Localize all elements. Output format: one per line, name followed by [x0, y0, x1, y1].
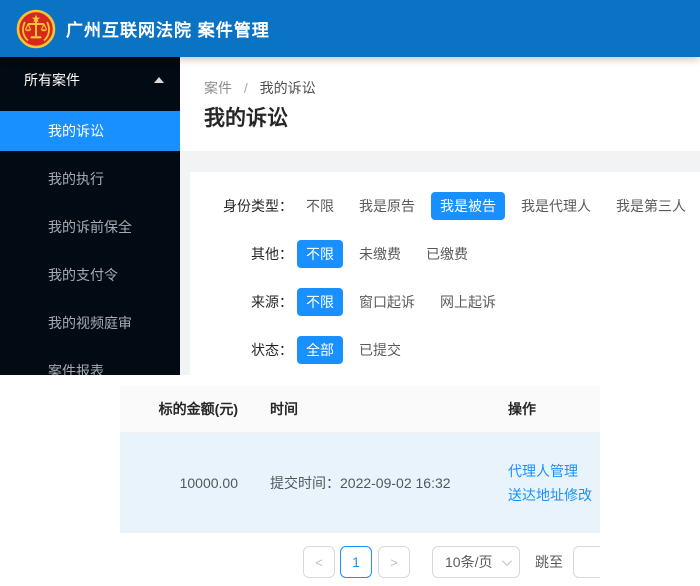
sidebar-item-label: 案件报表 [48, 363, 104, 375]
breadcrumb: 案件 / 我的诉讼 [204, 78, 316, 98]
page-size-select[interactable]: 10条/页 [432, 546, 520, 578]
filter-panel: 身份类型： 不限 我是原告 我是被告 我是代理人 我是第三人 其他： 不限 未缴… [190, 172, 700, 375]
column-header-time: 时间 [270, 401, 298, 417]
service-address-edit-link[interactable]: 送达地址修改 [508, 483, 600, 507]
filter-option-agent[interactable]: 我是代理人 [521, 192, 591, 220]
sidebar-item-label: 我的诉前保全 [48, 219, 132, 235]
pagination: < 1 > 10条/页 跳至 [303, 546, 600, 578]
sidebar-item-label: 我的诉讼 [48, 123, 104, 139]
pagination-container: < 1 > 10条/页 跳至 [120, 540, 600, 584]
filter-option-plaintiff[interactable]: 我是原告 [359, 192, 415, 220]
column-header-amount: 标的金额(元) [158, 401, 238, 417]
sidebar-item-my-enforcement[interactable]: 我的执行 [0, 159, 180, 199]
filter-row-status: 状态： 全部 已提交 [190, 336, 700, 364]
court-emblem-logo [16, 9, 56, 48]
cell-amount: 10000.00 [179, 474, 238, 491]
next-page-button[interactable]: > [378, 546, 410, 578]
sidebar-item-my-litigation[interactable]: 我的诉讼 [0, 111, 180, 151]
cell-actions: 代理人管理 送达地址修改 [490, 459, 600, 507]
filter-option-unlimited[interactable]: 不限 [306, 192, 334, 220]
breadcrumb-item-current: 我的诉讼 [259, 80, 316, 96]
filter-label: 状态： [251, 342, 293, 358]
breadcrumb-separator: / [243, 80, 248, 96]
filter-option-defendant[interactable]: 我是被告 [431, 192, 505, 220]
sidebar-group-label: 所有案件 [24, 72, 80, 88]
cell-time: 提交时间：2022-09-02 16:32 [270, 474, 451, 491]
jump-to-label: 跳至 [535, 554, 563, 570]
filter-option-online-filing[interactable]: 网上起诉 [440, 288, 496, 316]
page-header-block: 案件 / 我的诉讼 我的诉讼 [180, 57, 700, 151]
chevron-down-icon [501, 555, 512, 566]
app-title: 广州互联网法院 案件管理 [66, 21, 270, 40]
sidebar-group-all-cases[interactable]: 所有案件 [0, 57, 180, 103]
case-table: 标的金额(元) 时间 操作 10000.00 提交时间：2022-09-02 1… [120, 386, 600, 533]
filter-option-unpaid[interactable]: 未缴费 [359, 240, 401, 268]
background-strip [180, 172, 190, 375]
page-title: 我的诉讼 [204, 107, 288, 130]
filter-option-all[interactable]: 全部 [297, 336, 343, 364]
table-header-row: 标的金额(元) 时间 操作 [120, 386, 600, 433]
filter-row-identity: 身份类型： 不限 我是原告 我是被告 我是代理人 我是第三人 [190, 192, 700, 220]
app-root: 广州互联网法院 案件管理 所有案件 我的诉讼 我的执行 我的诉前保全 我的支付令… [0, 0, 700, 586]
breadcrumb-item-cases[interactable]: 案件 [204, 80, 232, 96]
sidebar-item-label: 我的视频庭审 [48, 315, 132, 331]
filter-label: 来源： [251, 294, 293, 310]
filter-label: 身份类型： [223, 198, 293, 214]
filter-row-other: 其他： 不限 未缴费 已缴费 [190, 240, 700, 268]
sidebar-item-label: 我的支付令 [48, 267, 118, 283]
chevron-up-icon [154, 77, 164, 83]
sidebar-item-video-hearing[interactable]: 我的视频庭审 [0, 303, 180, 343]
column-header-actions: 操作 [508, 401, 536, 417]
jump-to-page-input[interactable] [573, 546, 600, 578]
filter-option-third-party[interactable]: 我是第三人 [616, 192, 686, 220]
sidebar-item-case-report[interactable]: 案件报表 [0, 351, 180, 375]
page-number-button[interactable]: 1 [340, 546, 372, 578]
filter-option-unlimited[interactable]: 不限 [297, 288, 343, 316]
filter-option-paid[interactable]: 已缴费 [426, 240, 468, 268]
sidebar-item-pre-litigation-preservation[interactable]: 我的诉前保全 [0, 207, 180, 247]
prev-page-button[interactable]: < [303, 546, 335, 578]
sidebar-item-payment-order[interactable]: 我的支付令 [0, 255, 180, 295]
filter-option-window-filing[interactable]: 窗口起诉 [359, 288, 415, 316]
filter-row-source: 来源： 不限 窗口起诉 网上起诉 [190, 288, 700, 316]
filter-label: 其他： [251, 246, 293, 262]
page-size-value: 10条/页 [445, 554, 493, 570]
agent-management-link[interactable]: 代理人管理 [508, 459, 600, 483]
filter-option-submitted[interactable]: 已提交 [359, 336, 401, 364]
background-band [180, 151, 700, 172]
app-header: 广州互联网法院 案件管理 [0, 0, 700, 57]
sidebar-item-label: 我的执行 [48, 171, 104, 187]
filter-option-unlimited[interactable]: 不限 [297, 240, 343, 268]
table-row[interactable]: 10000.00 提交时间：2022-09-02 16:32 代理人管理 送达地… [120, 433, 600, 533]
sidebar: 所有案件 我的诉讼 我的执行 我的诉前保全 我的支付令 我的视频庭审 案件报表 [0, 57, 180, 375]
